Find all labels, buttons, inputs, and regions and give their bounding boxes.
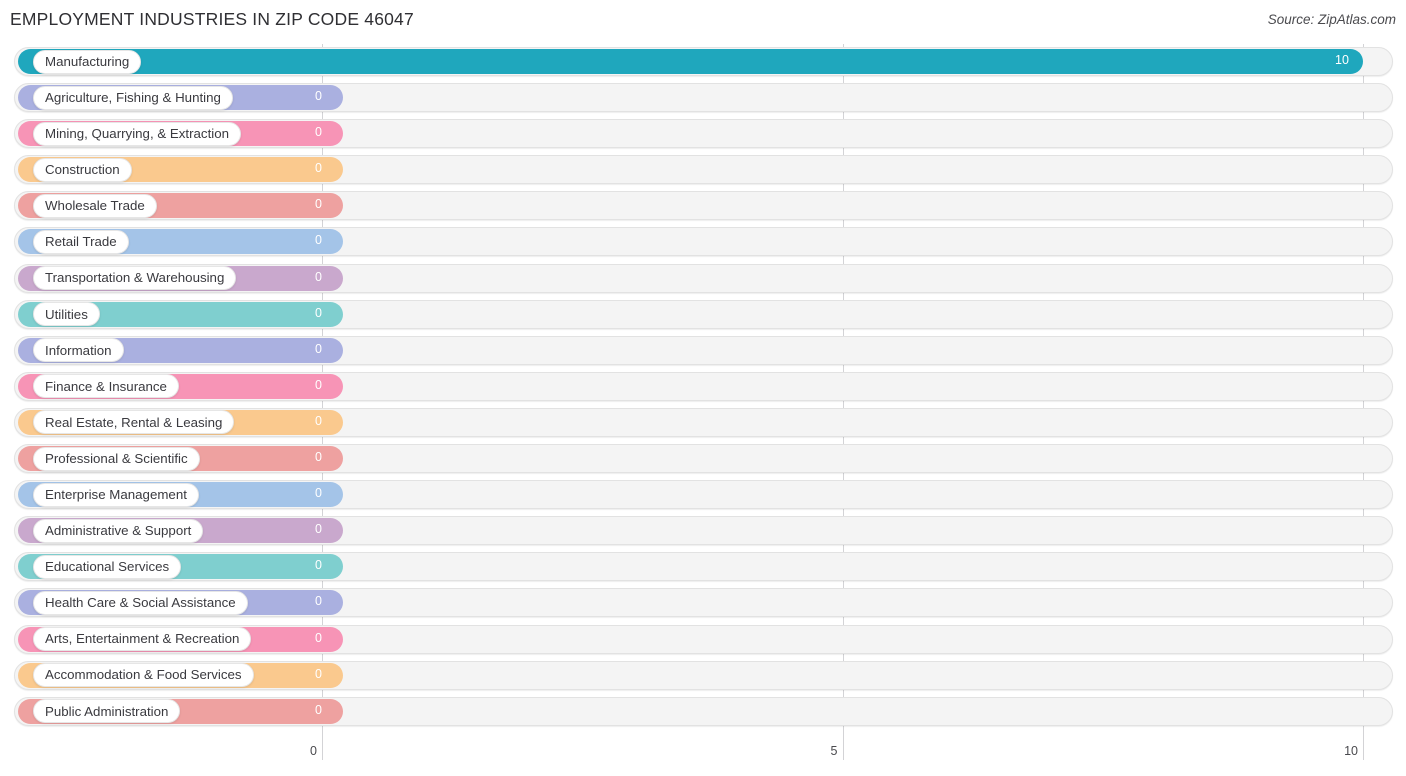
category-label-pill: Health Care & Social Assistance bbox=[33, 590, 248, 615]
category-label: Finance & Insurance bbox=[45, 378, 167, 394]
category-label: Transportation & Warehousing bbox=[45, 270, 225, 286]
bar-row[interactable]: Agriculture, Fishing & Hunting 0 bbox=[0, 80, 1406, 116]
axis-tick-mark bbox=[842, 738, 844, 760]
bar-rows: Manufacturing 10 Agriculture, Fishing & Hu… bbox=[0, 44, 1406, 730]
category-label: Real Estate, Rental & Leasing bbox=[45, 414, 223, 430]
axis-tick-label: 5 bbox=[830, 744, 838, 758]
bar-value-label: 10 bbox=[1335, 53, 1349, 67]
bar-row[interactable]: Utilities 0 bbox=[0, 297, 1406, 333]
bar-row[interactable]: Finance & Insurance 0 bbox=[0, 369, 1406, 405]
category-label: Enterprise Management bbox=[45, 486, 187, 502]
bar-row[interactable]: Manufacturing 10 bbox=[0, 44, 1406, 80]
bar-row[interactable]: Retail Trade 0 bbox=[0, 224, 1406, 260]
category-label-pill: Finance & Insurance bbox=[33, 374, 179, 399]
axis-tick-mark bbox=[322, 738, 323, 760]
bar-row[interactable]: Construction 0 bbox=[0, 152, 1406, 188]
category-label-pill: Public Administration bbox=[33, 699, 181, 724]
category-label: Information bbox=[45, 342, 112, 358]
bar-row[interactable]: Arts, Entertainment & Recreation 0 bbox=[0, 622, 1406, 658]
axis-tick-label: 10 bbox=[1344, 744, 1358, 758]
category-label-pill: Professional & Scientific bbox=[33, 446, 200, 471]
category-label-pill: Agriculture, Fishing & Hunting bbox=[33, 85, 233, 110]
bar-row[interactable]: Accommodation & Food Services 0 bbox=[0, 658, 1406, 694]
bar-value-label: 0 bbox=[315, 161, 322, 176]
bar-row[interactable]: Mining, Quarrying, & Extraction 0 bbox=[0, 116, 1406, 152]
category-label-pill: Utilities bbox=[33, 302, 100, 327]
category-label-pill: Construction bbox=[33, 157, 132, 182]
bar-value-label: 0 bbox=[315, 666, 322, 681]
bar-value-label: 0 bbox=[315, 197, 322, 212]
category-label-pill: Enterprise Management bbox=[33, 482, 199, 507]
category-label-pill: Retail Trade bbox=[33, 229, 129, 254]
bar-value-label: 0 bbox=[315, 89, 322, 104]
category-label: Accommodation & Food Services bbox=[45, 667, 242, 683]
bar-value-label: 0 bbox=[315, 522, 322, 537]
source-attribution: Source: ZipAtlas.com bbox=[1267, 12, 1396, 27]
category-label-pill: Mining, Quarrying, & Extraction bbox=[33, 121, 242, 146]
category-label-pill: Manufacturing bbox=[33, 49, 142, 74]
category-label: Administrative & Support bbox=[45, 523, 192, 539]
bar-value-label: 0 bbox=[315, 377, 322, 392]
category-label: Retail Trade bbox=[45, 234, 117, 250]
bar-value-label: 0 bbox=[315, 269, 322, 284]
category-label: Arts, Entertainment & Recreation bbox=[45, 631, 240, 647]
bar-row[interactable]: Wholesale Trade 0 bbox=[0, 188, 1406, 224]
bar-row[interactable]: Professional & Scientific 0 bbox=[0, 441, 1406, 477]
bar-row[interactable]: Transportation & Warehousing 0 bbox=[0, 261, 1406, 297]
bar-value-label: 0 bbox=[315, 486, 322, 501]
category-label-pill: Transportation & Warehousing bbox=[33, 266, 237, 291]
category-label: Construction bbox=[45, 162, 120, 178]
bar-row[interactable]: Health Care & Social Assistance 0 bbox=[0, 585, 1406, 621]
bar-value-label: 0 bbox=[315, 594, 322, 609]
bar-value-label: 0 bbox=[315, 233, 322, 248]
chart-plot-area: Manufacturing 10 Agriculture, Fishing & Hu… bbox=[0, 44, 1406, 738]
category-label: Agriculture, Fishing & Hunting bbox=[45, 89, 221, 105]
category-label: Wholesale Trade bbox=[45, 198, 145, 214]
category-label-pill: Information bbox=[33, 338, 124, 363]
category-label-pill: Arts, Entertainment & Recreation bbox=[33, 627, 252, 651]
axis-tick-mark bbox=[1363, 738, 1364, 760]
category-label: Utilities bbox=[45, 306, 88, 322]
category-label-pill: Administrative & Support bbox=[33, 518, 204, 543]
category-label-pill: Accommodation & Food Services bbox=[33, 663, 254, 688]
category-label-pill: Wholesale Trade bbox=[33, 193, 157, 218]
category-label: Mining, Quarrying, & Extraction bbox=[45, 126, 230, 142]
bar-value-label: 0 bbox=[315, 341, 322, 356]
category-label: Professional & Scientific bbox=[45, 450, 188, 466]
bar-value-label: 0 bbox=[315, 702, 322, 717]
category-label: Health Care & Social Assistance bbox=[45, 595, 236, 611]
bar-row[interactable]: Real Estate, Rental & Leasing 0 bbox=[0, 405, 1406, 441]
bar-row[interactable]: Information 0 bbox=[0, 333, 1406, 369]
category-label-pill: Educational Services bbox=[33, 554, 182, 579]
bar-value-label: 0 bbox=[315, 413, 322, 428]
bar-row[interactable]: Enterprise Management 0 bbox=[0, 477, 1406, 513]
bar-row[interactable]: Administrative & Support 0 bbox=[0, 513, 1406, 549]
bar-row[interactable]: Educational Services 0 bbox=[0, 549, 1406, 585]
category-label: Educational Services bbox=[45, 559, 170, 575]
page-title: EMPLOYMENT INDUSTRIES IN ZIP CODE 46047 bbox=[10, 9, 414, 29]
chart-header: EMPLOYMENT INDUSTRIES IN ZIP CODE 46047 … bbox=[0, 0, 1406, 44]
category-label: Manufacturing bbox=[45, 53, 130, 69]
bar-row[interactable]: Public Administration 0 bbox=[0, 694, 1406, 730]
bar-value-label: 0 bbox=[315, 558, 322, 573]
x-axis: 0 5 10 bbox=[0, 738, 1406, 776]
category-label: Public Administration bbox=[45, 703, 169, 719]
bar-value-label: 0 bbox=[315, 630, 322, 645]
bar-value-label: 0 bbox=[315, 125, 322, 140]
category-label-pill: Real Estate, Rental & Leasing bbox=[33, 410, 235, 435]
axis-tick-label: 0 bbox=[310, 744, 317, 758]
bar-fill bbox=[18, 49, 1363, 74]
bar-value-label: 0 bbox=[315, 305, 322, 320]
bar-value-label: 0 bbox=[315, 450, 322, 465]
